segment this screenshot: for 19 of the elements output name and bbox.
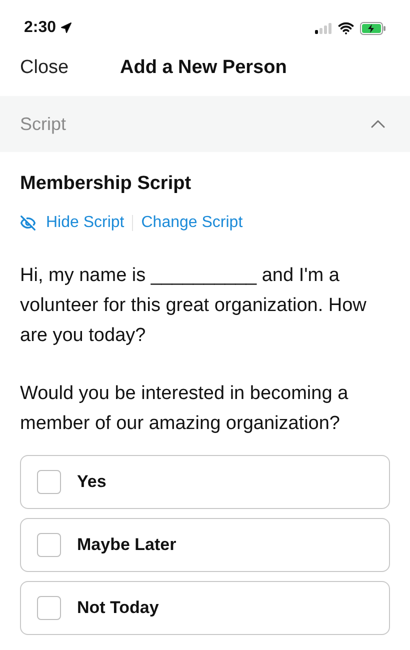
- hide-script-link[interactable]: Hide Script: [46, 210, 124, 234]
- answer-option[interactable]: Yes: [20, 454, 390, 508]
- script-paragraph: Would you be interested in becoming a member of our amazing organization?: [20, 382, 350, 436]
- checkbox[interactable]: [37, 470, 61, 494]
- signal-icon: [315, 22, 332, 34]
- checkbox[interactable]: [37, 596, 61, 620]
- answer-option[interactable]: Maybe Later: [20, 518, 390, 572]
- answer-option[interactable]: Not Today: [20, 580, 390, 634]
- location-icon: [60, 22, 72, 34]
- eye-off-icon: [20, 214, 36, 230]
- script-paragraph: Hi, my name is __________ and I'm a volunteer for this great organization. How are you today?: [20, 264, 368, 348]
- status-time: 2:30: [24, 18, 56, 38]
- wifi-icon: [338, 20, 354, 36]
- close-button[interactable]: Close: [20, 54, 120, 82]
- screen-title: Add a New Person: [120, 56, 287, 80]
- script-title: Membership Script: [20, 172, 192, 196]
- battery-charging-icon: [360, 22, 386, 34]
- change-script-link[interactable]: Change Script: [141, 210, 243, 234]
- checkbox[interactable]: [37, 532, 61, 556]
